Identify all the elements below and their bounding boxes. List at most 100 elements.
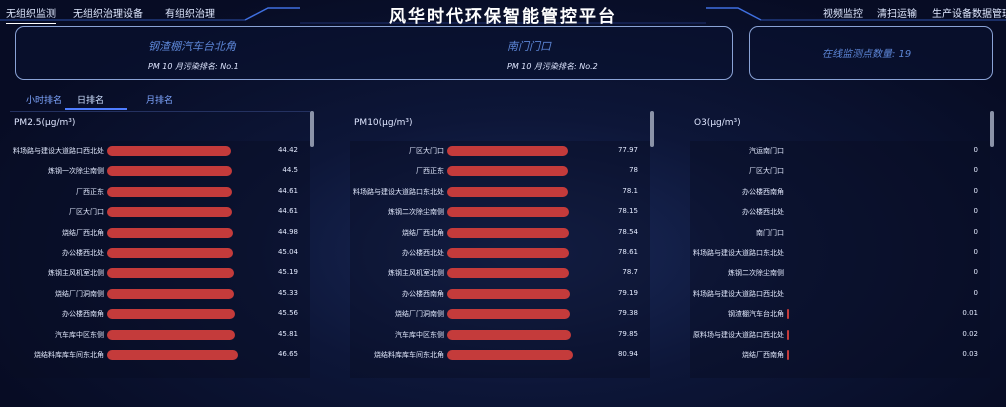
ranking-row-label: 办公楼西北处 <box>742 208 784 217</box>
ranking-row-label: 南门门口 <box>756 228 784 237</box>
ranking-row-label: 料场路与建设大道路口西北处 <box>693 289 784 298</box>
ranking-row-value: 78.1 <box>622 186 638 195</box>
ranking-row-label: 办公楼西南角 <box>62 310 104 319</box>
ranking-row-label: 烧结厂西北角 <box>62 228 104 237</box>
ranking-row-value: 45.33 <box>277 288 298 297</box>
ranking-row-label: 厂西正东 <box>76 187 104 196</box>
ranking-row-bar <box>447 329 571 340</box>
ranking-row: 汽车库中区东侧 79.85 <box>350 325 650 345</box>
ranking-row: 烧结厂门洞南侧 45.33 <box>10 284 310 304</box>
ranking-row-bar <box>107 268 234 279</box>
ranking-row-label: 汽车库中区东侧 <box>395 330 444 339</box>
ranking-row: 厂区大门口 0 <box>690 161 990 181</box>
nav-cleaning-transport[interactable]: 清扫运输 <box>877 5 917 20</box>
ranking-row-bar <box>107 247 233 258</box>
nav-unorganized-equipment[interactable]: 无组织治理设备 <box>73 5 143 20</box>
ranking-row-label: 办公楼西北处 <box>62 248 104 257</box>
ranking-row-bar <box>787 349 789 360</box>
ranking-row-value: 0 <box>973 166 978 175</box>
ranking-row-value: 0.03 <box>962 349 978 358</box>
ranking-row: 烧结厂西北角 44.98 <box>10 223 310 243</box>
ranking-row-label: 办公楼西北处 <box>402 248 444 257</box>
ranking-row: 办公楼西北处 45.04 <box>10 243 310 263</box>
ranking-row: 厂区大门口 77.97 <box>350 141 650 161</box>
ranking-row-bar <box>447 268 569 279</box>
nav-video-monitoring[interactable]: 视频监控 <box>823 5 863 20</box>
ranking-row: 厂西正东 78 <box>350 161 650 181</box>
tab-hourly-ranking[interactable]: 小时排名 <box>26 93 62 106</box>
ranking-row: 烧结料库库车间东北角 80.94 <box>350 345 650 365</box>
nav-organized-treatment[interactable]: 有组织治理 <box>165 5 215 20</box>
ranking-row-label: 烧结厂西北角 <box>402 228 444 237</box>
ranking-row-label: 烧结料库库车间东北角 <box>374 350 444 359</box>
tab-divider <box>10 111 310 112</box>
scrollbar-pm25[interactable] <box>310 111 314 147</box>
ranking-row: 汽车库中区东侧 45.81 <box>10 325 310 345</box>
ranking-row: 办公楼西南角 45.56 <box>10 304 310 324</box>
ranking-row-label: 钢渣棚汽车台北角 <box>728 310 784 319</box>
tab-daily-ranking[interactable]: 日排名 <box>77 93 104 106</box>
ranking-row-label: 料场路与建设大道路口东北处 <box>693 248 784 257</box>
ranking-row: 办公楼西北处 0 <box>690 202 990 222</box>
location-2-name: 南门门口 <box>507 40 551 53</box>
column-title: PM2.5(μg/m³) <box>14 118 76 128</box>
ranking-row-label: 厂区大门口 <box>409 147 444 155</box>
ranking-row-value: 45.56 <box>277 309 298 318</box>
ranking-row-value: 44.42 <box>277 146 298 154</box>
ranking-row-label: 炼钢一次除尘南侧 <box>48 167 104 176</box>
ranking-row-bar <box>107 146 231 156</box>
ranking-row-label: 炼钢主风机室北侧 <box>388 269 444 278</box>
top-bar: 无组织监测 无组织治理设备 有组织治理 风华时代环保智能管控平台 视频监控 清扫… <box>0 0 1006 27</box>
ranking-row: 汽运南门口 0 <box>690 141 990 161</box>
ranking-row-value: 0 <box>973 288 978 297</box>
ranking-row-value: 45.19 <box>277 268 298 277</box>
nav-unorganized-monitoring[interactable]: 无组织监测 <box>6 5 56 24</box>
scrollbar-pm10[interactable] <box>650 111 654 147</box>
ranking-row: 炼钢主风机室北侧 45.19 <box>10 263 310 283</box>
ranking-row: 炼钢主风机室北侧 78.7 <box>350 263 650 283</box>
ranking-row-label: 料场路与建设大道路口东北处 <box>353 187 444 196</box>
ranking-column-o3: O3(μg/m³) 汽运南门口 0 厂区大门口 0 办公楼西南角 0 办公楼西北处 0 南门门口… <box>690 118 990 378</box>
nav-production-equipment[interactable]: 生产设备数据管理 <box>932 5 1006 20</box>
ranking-row-value: 0.02 <box>962 329 978 338</box>
ranking-list: 汽运南门口 0 厂区大门口 0 办公楼西南角 0 办公楼西北处 0 南门门口 0 料场路与建设大道路… <box>690 141 990 378</box>
active-tab-indicator <box>65 108 127 110</box>
ranking-row: 钢渣棚汽车台北角 0.01 <box>690 304 990 324</box>
ranking-row-label: 炼钢主风机室北侧 <box>48 269 104 278</box>
ranking-row: 烧结料库库车间东北角 46.65 <box>10 345 310 365</box>
location-2-rank: PM 10 月污染排名: No.2 <box>507 62 598 71</box>
ranking-row-label: 办公楼西南角 <box>742 187 784 196</box>
ranking-row: 厂西正东 44.61 <box>10 182 310 202</box>
ranking-row-value: 44.5 <box>282 166 298 175</box>
ranking-row-value: 0 <box>973 146 978 154</box>
ranking-row: 办公楼西南角 79.19 <box>350 284 650 304</box>
ranking-row-bar <box>447 146 568 156</box>
ranking-row-value: 0 <box>973 247 978 256</box>
monitor-count-label: 在线监测点数量: 19 <box>822 49 912 60</box>
ranking-row-value: 0 <box>973 207 978 216</box>
ranking-row-label: 烧结厂门洞南侧 <box>395 310 444 319</box>
ranking-row-value: 77.97 <box>617 146 638 154</box>
ranking-row: 料场路与建设大道路口西北处 44.42 <box>10 141 310 161</box>
ranking-row: 办公楼西南角 0 <box>690 182 990 202</box>
scrollbar-o3[interactable] <box>990 111 994 147</box>
ranking-row-value: 78.7 <box>622 268 638 277</box>
ranking-row-bar <box>447 247 569 258</box>
ranking-row-bar <box>447 309 570 320</box>
ranking-row-label: 厂西正东 <box>416 167 444 176</box>
ranking-row: 炼钢二次除尘南侧 78.15 <box>350 202 650 222</box>
ranking-row-value: 0 <box>973 268 978 277</box>
ranking-row-label: 烧结厂门洞南侧 <box>55 289 104 298</box>
tab-monthly-ranking[interactable]: 月排名 <box>146 93 173 106</box>
ranking-row-label: 厂区大门口 <box>69 208 104 217</box>
ranking-row-bar <box>447 166 568 177</box>
ranking-row-value: 79.85 <box>617 329 638 338</box>
column-title: O3(μg/m³) <box>694 118 741 128</box>
ranking-row-value: 78.61 <box>617 247 638 256</box>
ranking-row-bar <box>107 186 232 197</box>
ranking-row-label: 炼钢二次除尘南侧 <box>388 208 444 217</box>
page-title: 风华时代环保智能管控平台 <box>389 7 617 27</box>
ranking-row: 料场路与建设大道路口西北处 0 <box>690 284 990 304</box>
ranking-row-value: 44.61 <box>277 207 298 216</box>
ranking-row-bar <box>107 207 232 218</box>
